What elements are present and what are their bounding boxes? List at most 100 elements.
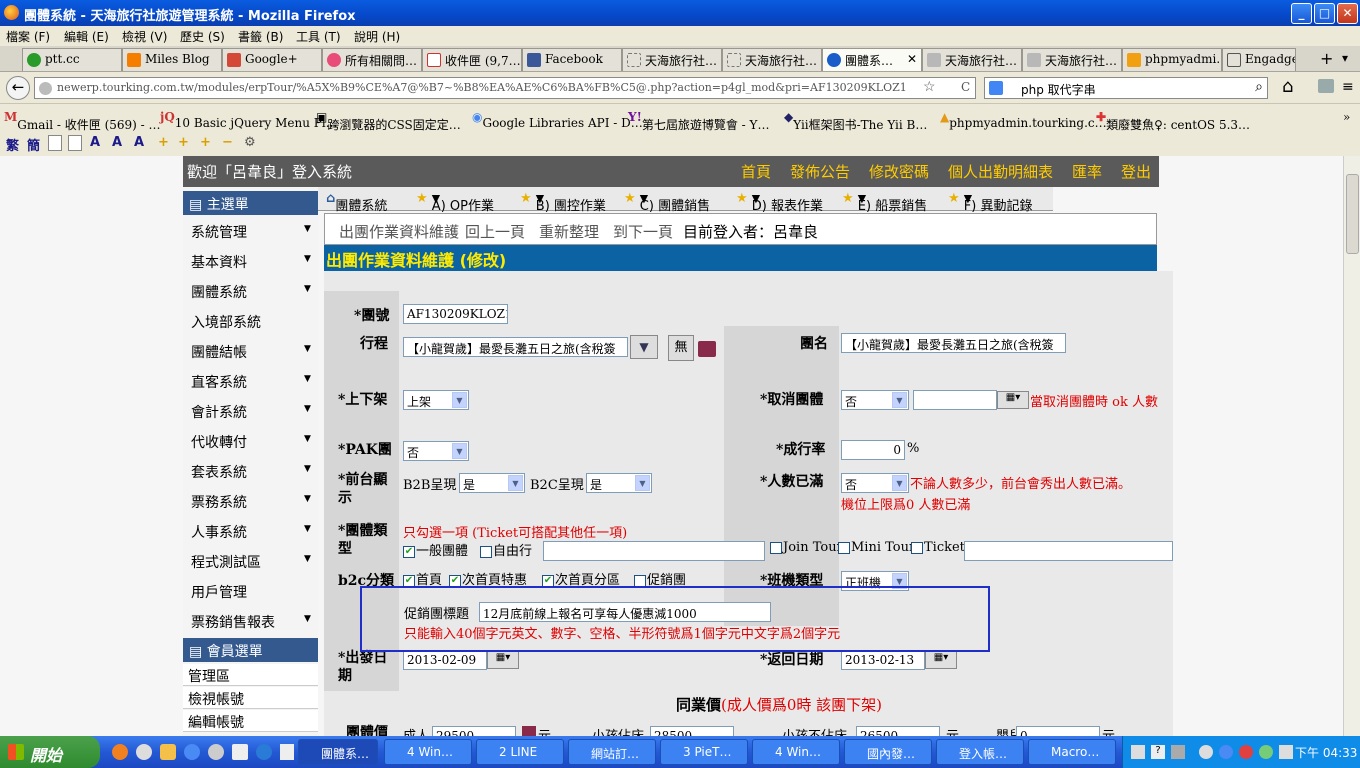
nav-announcement-link[interactable]: 發佈公告 <box>790 161 850 182</box>
tab-related[interactable]: 所有相關問… <box>322 48 422 71</box>
task-website[interactable]: 網站訂… <box>568 739 656 765</box>
volume-icon[interactable] <box>1279 745 1293 759</box>
cancel-date-field[interactable] <box>913 390 997 410</box>
tab-gmail[interactable]: 收件匣 (9,7… <box>422 48 522 71</box>
b2b-select[interactable]: 是 ▼ <box>459 473 525 493</box>
tab-engadget[interactable]: Engadget <box>1222 48 1296 71</box>
depart-date-field[interactable]: 2013-02-09 <box>403 650 487 670</box>
calendar-icon[interactable]: ▦▾ <box>487 651 519 669</box>
zoom-in-button[interactable]: + <box>158 135 169 150</box>
menu-help[interactable]: 說明 (H) <box>354 28 400 45</box>
simplified-chinese-button[interactable]: 簡 <box>27 135 40 154</box>
calendar-icon[interactable]: ▦▾ <box>925 651 957 669</box>
type-free-field[interactable] <box>543 541 765 561</box>
tab-facebook[interactable]: Facebook <box>522 48 622 71</box>
quicklaunch-icon[interactable] <box>160 744 176 760</box>
member-item-view-account[interactable]: 檢視帳號 <box>183 687 318 709</box>
sidebar-item-direct[interactable]: 直客系統 <box>191 372 247 392</box>
type-mini-checkbox[interactable]: Mini Tour <box>838 540 915 555</box>
help-icon[interactable]: ? <box>1151 745 1165 759</box>
bookmark-jquery[interactable]: jQ 10 Basic jQuery Menu Pl… <box>160 110 338 130</box>
itinerary-dropdown-button[interactable]: ▼ <box>630 335 658 359</box>
type-join-checkbox[interactable]: Join Tour <box>770 540 843 555</box>
sidebar-item-basic[interactable]: 基本資料 <box>191 252 247 272</box>
task-login[interactable]: 登入帳… <box>936 739 1024 765</box>
sidebar-item-template[interactable]: 套表系統 <box>191 462 247 482</box>
font-size-button[interactable]: A <box>90 135 100 150</box>
menu-edit[interactable]: 編輯 (E) <box>64 28 109 45</box>
start-button[interactable]: 開始 <box>0 736 100 768</box>
bookmark-phpmyadmin[interactable]: ▲ phpmyadmin.tourking.c… <box>940 110 1107 130</box>
sidebar-item-inbound[interactable]: 入境部系統 <box>191 312 261 332</box>
back-link[interactable]: 回上一頁 <box>465 221 525 242</box>
tab-list-button[interactable]: ▾ <box>1342 51 1348 65</box>
search-magnifier-icon[interactable]: ⌕ <box>1255 79 1263 95</box>
bookmark-travel-expo[interactable]: Y! 第七屆旅遊博覽會 - Y… <box>628 110 769 132</box>
type-ticket-checkbox[interactable]: Ticket <box>911 540 965 555</box>
calendar-icon[interactable]: ▦▾ <box>997 391 1029 409</box>
task-windows-2[interactable]: 4 Win… <box>752 739 840 765</box>
sidebar-item-system[interactable]: 系統管理 <box>191 222 247 242</box>
task-group-system[interactable]: 團體系… <box>298 739 378 765</box>
group-no-field[interactable]: AF130209KLOZ1 <box>403 304 508 324</box>
sidebar-item-test[interactable]: 程式測試區 <box>191 552 261 572</box>
tab-tourking-4[interactable]: 天海旅行社… <box>1022 48 1122 71</box>
next-link[interactable]: 到下一頁 <box>613 221 673 242</box>
tray-icon[interactable] <box>1259 745 1273 759</box>
quicklaunch-icon[interactable] <box>280 744 294 760</box>
quicklaunch-icon[interactable] <box>208 744 224 760</box>
firefox-quicklaunch-icon[interactable] <box>112 744 128 760</box>
tab-miles-blog[interactable]: Miles Blog <box>122 48 222 71</box>
zoom-out-button[interactable]: − <box>222 135 233 150</box>
bookmark-css[interactable]: ▣ 跨瀏覽器的CSS固定定… <box>316 110 461 132</box>
shelf-select[interactable]: 上架 ▼ <box>403 390 469 410</box>
bookmark-yii[interactable]: ◆ Yii框架图书-The Yii B… <box>784 110 927 132</box>
group-name-field[interactable]: 【小龍賀歲】最愛長灘五日之旅(含稅簽 <box>841 333 1066 353</box>
sidebar-item-ticket-report[interactable]: 票務銷售報表 <box>191 612 275 632</box>
menu-more-icon[interactable]: ≡ <box>1342 79 1354 95</box>
page-icon[interactable] <box>68 135 82 151</box>
cancel-group-select[interactable]: 否 ▼ <box>841 390 909 410</box>
maintenance-link[interactable]: 出團作業資料維護 <box>339 221 459 242</box>
task-pie[interactable]: 3 PieT… <box>660 739 748 765</box>
menu-changelog[interactable]: ★ F) 異動記錄 ▼ <box>948 191 1032 214</box>
tab-google-plus[interactable]: Google+ <box>222 48 322 71</box>
ie-quicklaunch-icon[interactable] <box>256 744 272 760</box>
sidebar-item-hr[interactable]: 人事系統 <box>191 522 247 542</box>
tray-icon[interactable] <box>1199 745 1213 759</box>
tab-tourking-2[interactable]: 天海旅行社… <box>722 48 822 71</box>
tab-group-system-active[interactable]: 團體系… ✕ <box>822 48 922 71</box>
menu-file[interactable]: 檔案 (F) <box>6 28 50 45</box>
font-size-button[interactable]: A <box>112 135 122 150</box>
reload-icon[interactable]: C <box>959 80 973 94</box>
sidebar-item-group[interactable]: 團體系統 <box>191 282 247 302</box>
maximize-button[interactable]: □ <box>1314 3 1335 24</box>
menu-tools[interactable]: 工具 (T) <box>296 28 341 45</box>
search-input[interactable]: php 取代字串 ⌕ <box>984 77 1268 99</box>
nav-logout-link[interactable]: 登出 <box>1121 161 1151 182</box>
menu-bookmarks[interactable]: 書籤 (B) <box>238 28 283 45</box>
task-domestic[interactable]: 國內發… <box>844 739 932 765</box>
quicklaunch-icon[interactable] <box>232 744 248 760</box>
tab-ptt[interactable]: ptt.cc <box>22 48 122 71</box>
nav-attendance-link[interactable]: 個人出勤明細表 <box>948 161 1053 182</box>
bookmark-google-libraries[interactable]: ◉ Google Libraries API - D… <box>472 110 643 130</box>
menu-history[interactable]: 歷史 (S) <box>180 28 225 45</box>
pak-select[interactable]: 否 ▼ <box>403 441 469 461</box>
zoom-in-button[interactable]: + <box>200 135 211 150</box>
bookmark-gmail[interactable]: M Gmail - 收件匣 (569) - … <box>4 110 161 132</box>
tab-close-icon[interactable]: ✕ <box>907 52 917 66</box>
nav-home-link[interactable]: 首頁 <box>741 161 771 182</box>
traditional-chinese-button[interactable]: 繁 <box>6 135 19 154</box>
url-bar[interactable]: newerp.tourking.com.tw/modules/erpTour/%… <box>34 77 976 99</box>
sidebar-item-ticketing[interactable]: 票務系統 <box>191 492 247 512</box>
task-windows-1[interactable]: 4 Win… <box>384 739 472 765</box>
vertical-scrollbar[interactable] <box>1343 156 1360 736</box>
home-icon[interactable]: ⌂ <box>1282 76 1293 97</box>
menu-view[interactable]: 檢視 (V) <box>122 28 167 45</box>
close-button[interactable]: ✕ <box>1337 3 1358 24</box>
rate-field[interactable]: 0 <box>841 440 905 460</box>
sidebar-item-collection[interactable]: 代收轉付 <box>191 432 247 452</box>
chrome-quicklaunch-icon[interactable] <box>184 744 200 760</box>
page-icon[interactable] <box>48 135 62 151</box>
